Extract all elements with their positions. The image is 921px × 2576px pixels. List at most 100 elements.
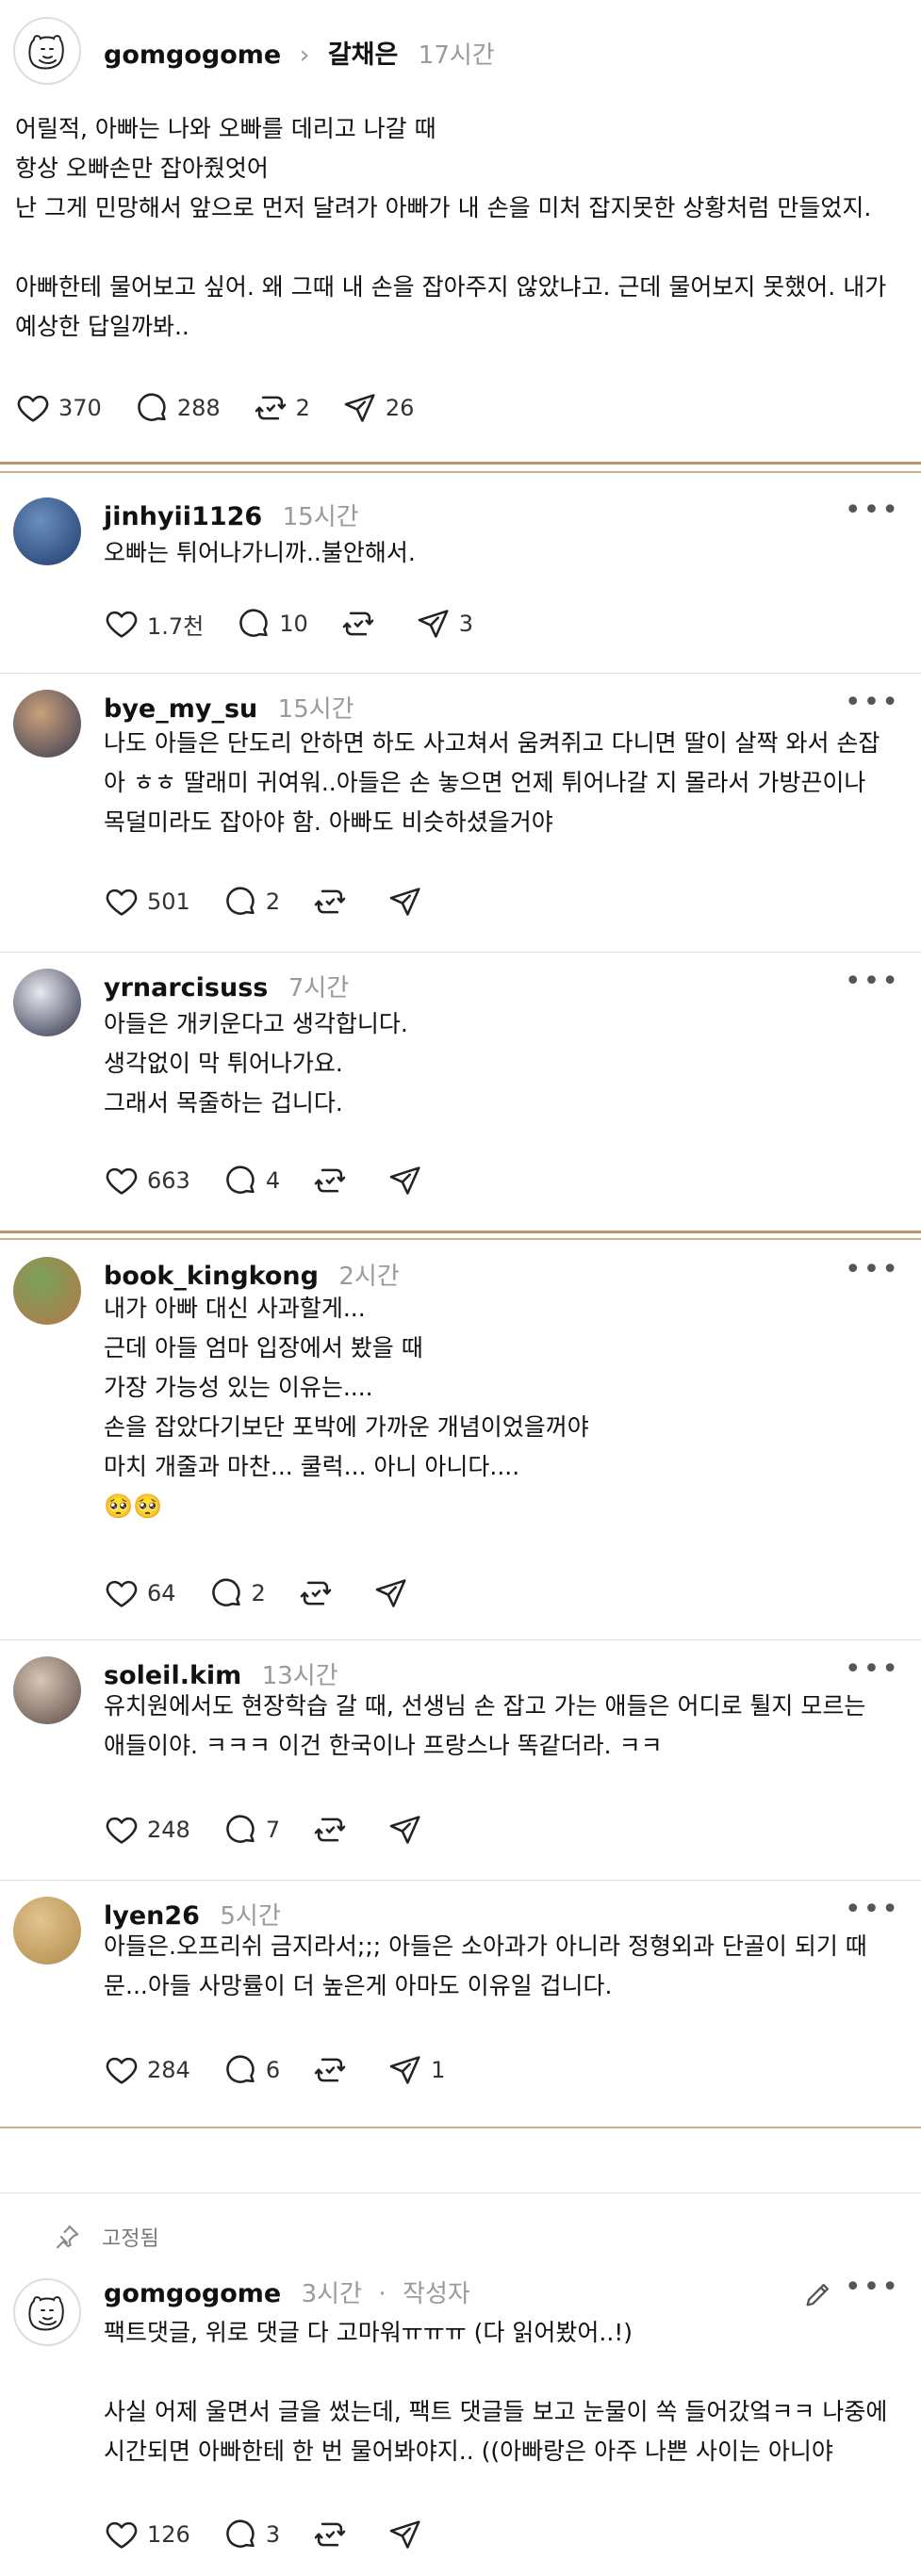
commenter-avatar[interactable] [13, 1257, 81, 1325]
commenter-avatar[interactable] [13, 1897, 81, 1965]
share-button[interactable] [387, 2517, 431, 2552]
repost-icon [312, 884, 348, 920]
share-icon [387, 1163, 423, 1198]
like-button[interactable]: 1.7천 [104, 606, 204, 642]
separator-dot: · [378, 2280, 386, 2308]
repost-button[interactable]: 2 [253, 390, 310, 426]
comment-actions: 64 2 [104, 1574, 449, 1612]
comment-button[interactable]: 4 [222, 1163, 280, 1198]
comment-button[interactable]: 288 [134, 390, 221, 426]
more-options-button[interactable]: ••• [845, 686, 900, 719]
repost-button[interactable] [340, 606, 384, 642]
more-options-button[interactable]: ••• [845, 494, 900, 527]
like-button[interactable]: 248 [104, 1812, 190, 1848]
commenter-avatar[interactable] [13, 497, 81, 565]
share-button[interactable]: 26 [342, 390, 414, 426]
commenter-avatar[interactable] [13, 690, 81, 758]
comment-icon [222, 2052, 258, 2088]
commenter-username[interactable]: yrnarcisuss [104, 973, 268, 1003]
like-button[interactable]: 501 [104, 884, 190, 920]
like-button[interactable]: 370 [15, 390, 102, 426]
commenter-username[interactable]: book_kingkong [104, 1262, 319, 1291]
more-options-button[interactable]: ••• [845, 965, 900, 998]
comment-icon [134, 390, 170, 426]
comment-icon [236, 606, 271, 642]
op-text: 어릴적, 아빠는 나와 오빠를 데리고 나갈 때 항상 오빠손만 잡아줬엇어 난… [15, 115, 887, 340]
repost-button[interactable] [312, 1163, 355, 1198]
comment-header: bye_my_su 15시간 [104, 690, 354, 725]
divider [0, 1231, 921, 1233]
comment-time: 2시간 [338, 1263, 400, 1291]
author-text: 팩트댓글, 위로 댓글 다 고마워ㅠㅠㅠ (다 읽어봤어..!) 사실 어제 울… [104, 2319, 888, 2465]
share-icon [342, 390, 378, 426]
repost-button[interactable] [312, 884, 355, 920]
comment-button[interactable]: 3 [222, 2517, 280, 2552]
comment-text: 아들은.오프리쉬 금지라서;;; 아들은 소아과가 아니라 정형외과 단골이 되… [104, 1932, 867, 1999]
op-username[interactable]: gomgogome [104, 41, 281, 70]
heart-icon [104, 1812, 140, 1848]
share-button[interactable]: 1 [387, 2052, 445, 2088]
share-icon [387, 2517, 423, 2552]
comment-item: yrnarcisuss 7시간 ••• 아들은 개키운다고 생각합니다. 생각없… [0, 952, 921, 1231]
share-icon [373, 1575, 409, 1611]
share-button[interactable] [387, 1163, 431, 1198]
comment-button[interactable]: 7 [222, 1812, 280, 1848]
comment-button[interactable]: 2 [222, 884, 280, 920]
bear-logo-icon [28, 35, 64, 70]
share-button[interactable] [387, 1812, 431, 1848]
share-button[interactable] [373, 1575, 417, 1611]
more-options-button[interactable]: ••• [845, 1893, 900, 1926]
more-options-button[interactable]: ••• [845, 1253, 900, 1286]
like-button[interactable]: 663 [104, 1163, 190, 1198]
comment-button[interactable]: 10 [236, 606, 308, 642]
repost-icon [312, 2517, 348, 2552]
repost-icon [312, 1812, 348, 1848]
repost-icon [340, 606, 376, 642]
commenter-avatar[interactable] [13, 1656, 81, 1724]
share-button[interactable]: 3 [416, 606, 473, 642]
like-button[interactable]: 284 [104, 2052, 190, 2088]
comment-header: yrnarcisuss 7시간 [104, 969, 349, 1003]
comment-button[interactable]: 2 [208, 1575, 266, 1611]
comment-button[interactable]: 6 [222, 2052, 280, 2088]
repost-icon [312, 2052, 348, 2088]
repost-button[interactable] [312, 1812, 355, 1848]
comment-text: 아들은 개키운다고 생각합니다. 생각없이 막 튀어나가요. 그래서 목줄하는 … [104, 1010, 408, 1117]
bear-logo-icon [28, 2296, 64, 2331]
heart-icon [104, 2517, 140, 2552]
commenter-username[interactable]: bye_my_su [104, 694, 257, 724]
heart-icon [104, 1163, 140, 1198]
repost-button[interactable] [312, 2517, 355, 2552]
share-icon [416, 606, 452, 642]
comment-header: jinhyii1126 15시간 [104, 497, 359, 532]
comment-item: bye_my_su 15시간 ••• 나도 아들은 단도리 안하면 하도 사고쳐… [0, 673, 921, 952]
op-header: gomgogome › 갈채은 17시간 [104, 34, 495, 71]
edit-pencil-icon[interactable] [802, 2278, 834, 2310]
op-time: 17시간 [418, 41, 495, 70]
section-divider [0, 2127, 921, 2128]
commenter-avatar[interactable] [13, 969, 81, 1036]
pinned-indicator: 고정됨 [53, 2222, 159, 2252]
comment-time: 7시간 [288, 974, 350, 1003]
author-time: 3시간 [301, 2280, 363, 2308]
op-avatar[interactable] [13, 17, 81, 85]
section-divider [0, 471, 921, 473]
comment-actions: 1.7천 10 3 [104, 605, 505, 643]
like-button[interactable]: 64 [104, 1575, 176, 1611]
more-options-button[interactable]: ••• [845, 1653, 900, 1686]
repost-button[interactable] [298, 1575, 341, 1611]
comment-actions: 284 6 1 [104, 2051, 477, 2089]
op-reply-to[interactable]: 갈채은 [328, 41, 399, 70]
comment-icon [222, 884, 258, 920]
repost-button[interactable] [312, 2052, 355, 2088]
commenter-username[interactable]: jinhyii1126 [104, 502, 262, 531]
share-button[interactable] [387, 884, 431, 920]
section-divider [0, 462, 921, 465]
like-button[interactable]: 126 [104, 2517, 190, 2552]
comment-item: soleil.kim 13시간 ••• 유치원에서도 현장학습 갈 때, 선생님… [0, 1639, 921, 1880]
more-options-button[interactable]: ••• [845, 2271, 900, 2304]
author-tag: 작성자 [403, 2280, 470, 2308]
author-username[interactable]: gomgogome [104, 2279, 281, 2308]
heart-icon [104, 1575, 140, 1611]
author-avatar[interactable] [13, 2278, 81, 2346]
